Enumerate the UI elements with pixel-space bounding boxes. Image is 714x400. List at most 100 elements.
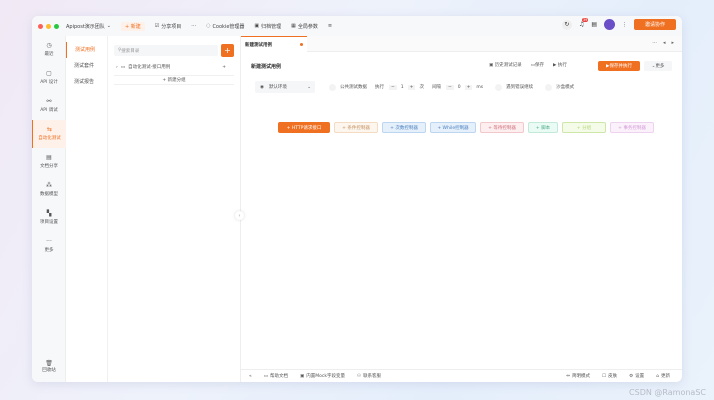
sandbox-label: 沙盒模式 <box>556 85 575 90</box>
notes-icon[interactable]: ▤ <box>591 21 597 28</box>
avatar[interactable] <box>604 19 615 30</box>
skin-button[interactable]: ☐ 皮肤 <box>602 373 617 380</box>
case-name[interactable]: 新建测试用例 <box>251 63 281 70</box>
new-button[interactable]: + 新建 <box>121 21 145 31</box>
run-button[interactable]: ▶ 执行 <box>553 62 567 68</box>
cookie-manager-button[interactable]: ◌ Cookie管理器 <box>206 23 244 30</box>
overflow-icon[interactable]: ⋮ <box>622 22 627 28</box>
eye-icon: ◉ <box>260 84 264 90</box>
archive-button[interactable]: ▣ 归档管理 <box>254 23 281 30</box>
add-step-toolbar: + HTTP请求接口 + 条件控制器 + 次数控制器 + While控制器 + 等待控制… <box>278 122 654 133</box>
interval-value[interactable]: 0 <box>458 85 461 90</box>
sub-nav-test-reports[interactable]: 测试报告 <box>66 74 107 90</box>
tree-folder[interactable]: › ▭ 自动化测试-接口用例 + <box>116 62 234 72</box>
sidebar-item-api-design[interactable]: ▢ API 设计 <box>32 64 66 92</box>
tab-new-test-case[interactable]: 新建测试用例 <box>241 36 307 52</box>
trash-label: 回收站 <box>42 368 56 373</box>
sidebar-item-data-model[interactable]: ⁂ 数据模型 <box>32 176 66 204</box>
footer-bar: « ▭ 帮助文档 ▣ 内置Mock字段变量 ⚇ 联系客服 ⇔ 简明模式 ☐ 皮肤 … <box>241 369 682 382</box>
add-step-button[interactable]: + 事务控制器 <box>610 122 654 133</box>
env-label: 默认环境 <box>268 85 287 90</box>
bell-icon[interactable]: ♫ 39 <box>579 18 589 28</box>
invite-button[interactable]: 邀请协作 <box>634 19 676 30</box>
mock-fields-link[interactable]: ▣ 内置Mock字段变量 <box>300 373 345 380</box>
tree-panel: ⚲ 搜索目录 + › ▭ 自动化测试-接口用例 + + 新建分组 ‹ <box>108 36 244 382</box>
folder-icon: ▭ <box>120 64 126 70</box>
more-menu-button[interactable]: ··· <box>191 23 196 29</box>
sidebar-item-project-settings[interactable]: ▚ 项目设置 <box>32 204 66 232</box>
more-icon: ··· <box>46 238 52 245</box>
save-label: 保存 <box>534 63 544 68</box>
settings-button[interactable]: ⚙ 设置 <box>629 373 645 380</box>
sidebar-item-label: 数据模型 <box>40 192 58 197</box>
maximize-window-button[interactable] <box>54 23 59 29</box>
minimize-window-button[interactable] <box>46 23 51 29</box>
save-and-run-button[interactable]: ▶ 保存并执行 <box>598 61 640 71</box>
support-link[interactable]: ⚇ 联系客服 <box>357 373 381 380</box>
continue-on-error-toggle[interactable]: 遇到错误继续 <box>495 83 534 91</box>
sidebar-item-automation[interactable]: ⇆ 自动化测试 <box>32 120 66 148</box>
add-step-button[interactable]: + 等待控制器 <box>480 122 524 133</box>
add-step-button[interactable]: + 条件控制器 <box>334 122 378 133</box>
close-window-button[interactable] <box>38 23 43 29</box>
sync-icon[interactable]: ↻ <box>561 19 572 30</box>
title-bar: Apipost演示团队 ⌄ + 新建 ☑ 分享项目 ··· ◌ Cookie管理器 ▣… <box>32 16 682 36</box>
interval-increment[interactable]: + <box>464 84 473 90</box>
add-step-button[interactable]: + 次数控制器 <box>382 122 426 133</box>
add-step-button[interactable]: + 分组 <box>562 122 606 133</box>
sidebar-item-label: API 调试 <box>40 108 58 113</box>
simple-mode-button[interactable]: ⇔ 简明模式 <box>566 373 590 380</box>
add-child-icon[interactable]: + <box>222 65 226 70</box>
archive-label: 归档管理 <box>261 23 282 30</box>
collapse-sidebar-icon[interactable]: « <box>249 374 252 379</box>
global-params-button[interactable]: ▦ 全局参数 <box>291 23 318 30</box>
sidebar-item-clock[interactable]: ◷ 最近 <box>32 36 66 64</box>
sub-nav-test-cases[interactable]: 测试用例 <box>66 42 107 58</box>
tab-title: 新建测试用例 <box>245 42 272 48</box>
tab-bar: 新建测试用例 ··· ◂ ▸ <box>241 36 682 52</box>
environment-select[interactable]: ◉ 默认环境 ⌄ <box>255 81 315 93</box>
save-button[interactable]: ▭保存 <box>531 62 544 68</box>
team-name: Apipost演示团队 <box>66 23 105 30</box>
add-step-button[interactable]: + 脚本 <box>528 122 558 133</box>
folder-label: 自动化测试-接口用例 <box>128 65 171 70</box>
sidebar-item-api-debug[interactable]: ⚯ API 调试 <box>32 92 66 120</box>
globals-icon: ▦ <box>291 23 296 29</box>
chevron-down-icon: ⌄ <box>307 84 311 90</box>
history-button[interactable]: ▣ 历史测试记录 <box>489 62 522 68</box>
exec-unit: 次 <box>419 85 424 90</box>
trash-button[interactable]: 🗑 回收站 <box>32 354 66 380</box>
help-docs-link[interactable]: ▭ 帮助文档 <box>264 373 288 380</box>
sidebar-item-label: API 设计 <box>40 80 58 85</box>
sandbox-toggle[interactable]: 沙盒模式 <box>545 83 575 91</box>
search-input[interactable]: ⚲ 搜索目录 <box>114 45 218 56</box>
team-selector[interactable]: Apipost演示团队 ⌄ <box>66 23 111 30</box>
sidebar-item-more[interactable]: ··· 更多 <box>32 232 66 260</box>
exec-increment[interactable]: + <box>407 84 416 90</box>
more-label: 更多 <box>655 64 665 69</box>
sub-nav-test-suites[interactable]: 测试套件 <box>66 58 107 74</box>
add-button[interactable]: + <box>221 44 234 57</box>
interval-decrement[interactable]: − <box>445 84 454 90</box>
tab-prev-icon[interactable]: ◂ <box>663 40 666 46</box>
settings-label: 设置 <box>635 374 645 379</box>
share-project-button[interactable]: ☑ 分享项目 <box>155 23 182 30</box>
exec-decrement[interactable]: − <box>389 84 397 90</box>
more-button[interactable]: ⌄ 更多 <box>644 61 672 71</box>
sub-nav: 测试用例 测试套件 测试报告 <box>66 36 108 382</box>
api-debug-icon: ⚯ <box>46 98 52 105</box>
interval-unit: ms <box>476 84 484 90</box>
update-button[interactable]: ⌂ 更新 <box>656 373 670 380</box>
add-step-button[interactable]: + HTTP请求接口 <box>278 122 330 133</box>
new-group-button[interactable]: + 新建分组 <box>114 75 234 85</box>
continue-label: 遇到错误继续 <box>506 85 534 90</box>
tab-next-icon[interactable]: ▸ <box>671 40 674 46</box>
add-step-button[interactable]: + While控制器 <box>430 122 476 133</box>
menu-icon[interactable]: ≡ <box>328 23 332 29</box>
public-data-toggle[interactable]: 公共测试数据 <box>329 83 367 91</box>
tabs-more-icon[interactable]: ··· <box>652 40 657 46</box>
sidebar-item-doc-share[interactable]: ▤ 文档分享 <box>32 148 66 176</box>
automation-icon: ⇆ <box>46 126 53 133</box>
exec-count[interactable]: 1 <box>401 85 404 90</box>
project-settings-icon: ▚ <box>46 210 52 217</box>
